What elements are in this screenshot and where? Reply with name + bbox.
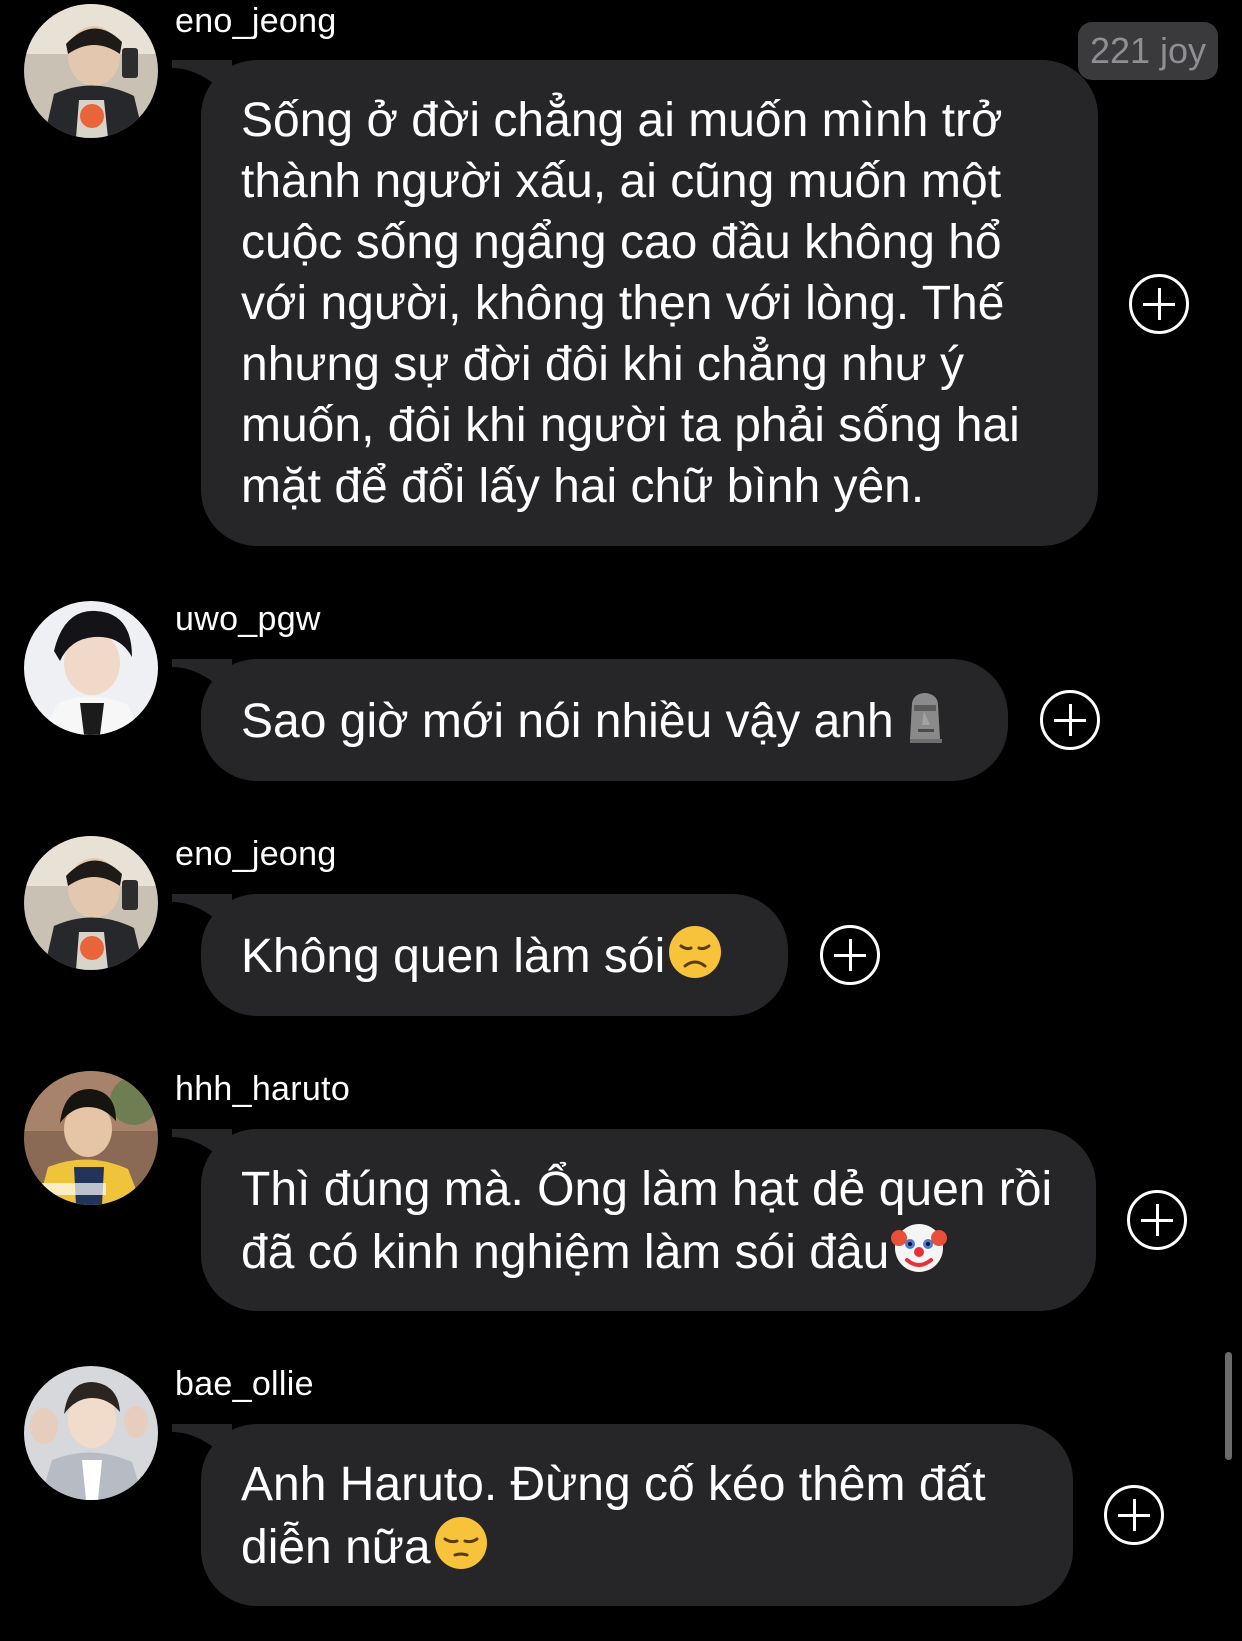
scrollbar[interactable]	[1225, 1352, 1232, 1460]
message-item: hhh_haruto Thì đúng mà. Ổng làm hạt dẻ q…	[0, 1070, 1242, 1315]
avatar[interactable]	[24, 1366, 158, 1500]
add-reaction-button[interactable]	[1040, 690, 1100, 750]
add-reaction-button[interactable]	[1104, 1485, 1164, 1545]
username[interactable]: hhh_haruto	[175, 1070, 350, 1109]
message-item: eno_jeong Sống ở đời chẳng ai muốn mình …	[0, 0, 1242, 560]
message-item: bae_ollie Anh Haruto. Đừng cố kéo thêm đ…	[0, 1365, 1242, 1625]
message-bubble[interactable]: Sao giờ mới nói nhiều vậy anh	[201, 659, 1008, 781]
message-bubble[interactable]: Sống ở đời chẳng ai muốn mình trở thành …	[201, 60, 1098, 546]
username[interactable]: eno_jeong	[175, 835, 337, 874]
username[interactable]: bae_ollie	[175, 1365, 314, 1404]
avatar[interactable]	[24, 601, 158, 735]
add-reaction-button[interactable]	[1127, 1190, 1187, 1250]
message-bubble[interactable]: Không quen làm sói	[201, 894, 788, 1016]
avatar[interactable]	[24, 836, 158, 970]
message-text: Không quen làm sói	[241, 930, 666, 983]
message-bubble[interactable]: Anh Haruto. Đừng cố kéo thêm đất diễn nữ…	[201, 1424, 1073, 1606]
message-text: Anh Haruto. Đừng cố kéo thêm đất diễn nữ…	[241, 1458, 986, 1574]
message-item: eno_jeong Không quen làm sói	[0, 835, 1242, 1025]
moai-icon	[909, 693, 942, 743]
message-bubble[interactable]: Thì đúng mà. Ổng làm hạt dẻ quen rồi đã …	[201, 1129, 1096, 1311]
message-item: uwo_pgw Sao giờ mới nói nhiều vậy anh	[0, 600, 1242, 790]
username[interactable]: uwo_pgw	[175, 600, 321, 639]
avatar[interactable]	[24, 4, 158, 138]
add-reaction-button[interactable]	[1129, 274, 1189, 334]
add-reaction-button[interactable]	[820, 925, 880, 985]
username[interactable]: eno_jeong	[175, 2, 337, 41]
message-text: Sống ở đời chẳng ai muốn mình trở thành …	[241, 94, 1020, 513]
clown-face-icon	[891, 1224, 948, 1272]
avatar[interactable]	[24, 1071, 158, 1205]
disappointed-face-icon	[669, 926, 722, 978]
pensive-face-icon	[434, 1517, 487, 1569]
message-text: Sao giờ mới nói nhiều vậy anh	[241, 695, 894, 748]
